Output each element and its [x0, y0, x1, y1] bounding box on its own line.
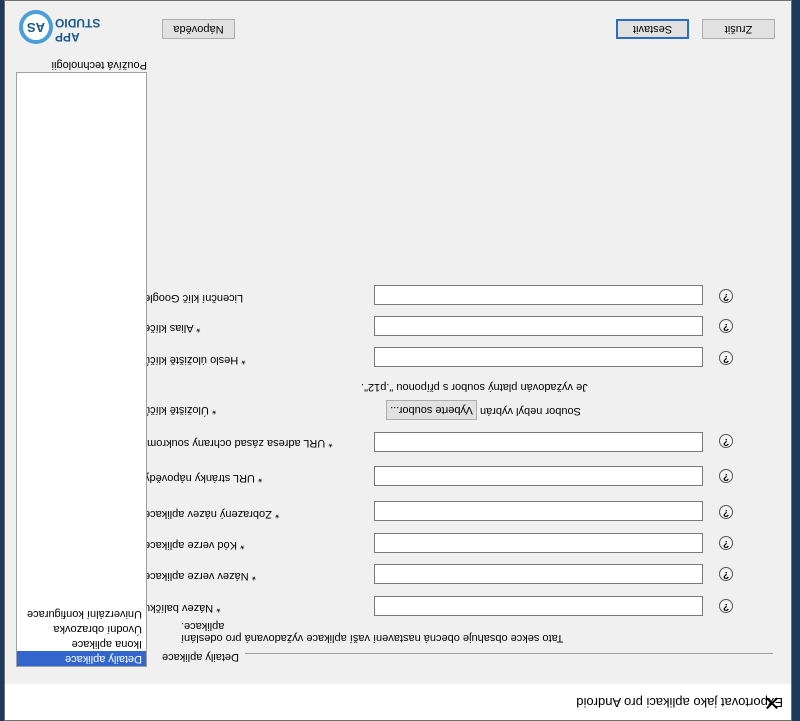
keystore-label: * Úložiště klíčů: [141, 404, 217, 416]
help-button[interactable]: Nápověda [162, 19, 235, 39]
help-icon[interactable]: ? [719, 505, 733, 519]
cancel-button[interactable]: Zrušit [702, 19, 775, 39]
title-bar: Exportovat jako aplikaci pro Android ✕ [5, 684, 791, 720]
nav-item-universal-config[interactable]: Univerzální konfigurace [17, 606, 146, 621]
version-code-label: * Kód verze aplikace: [141, 539, 245, 551]
close-icon[interactable]: ✕ [757, 690, 787, 714]
nav-item-app-details[interactable]: Detaily aplikace [17, 651, 146, 666]
section-divider [245, 653, 773, 654]
logo-mark: AS [19, 10, 53, 44]
privacy-url-input[interactable] [374, 432, 703, 452]
logo-line-2: STUDIO [55, 16, 101, 30]
section-description: Tato sekce obsahuje obecná nastavení vaš… [181, 620, 564, 644]
help-icon[interactable]: ? [719, 289, 733, 303]
file-status: Soubor nebyl vybrán [480, 405, 581, 417]
help-url-label: * URL stránky nápovědy: [141, 472, 263, 484]
help-icon[interactable]: ? [719, 351, 733, 365]
help-icon[interactable]: ? [719, 319, 733, 333]
logo-wordmark: APP STUDIO [55, 16, 111, 44]
technology-list: Detaily aplikace Ikona aplikace Úvodní o… [16, 72, 147, 667]
create-button[interactable]: Sestavit [616, 19, 689, 39]
nav-group-label: Používá technologii [51, 59, 147, 71]
window-title: Exportovat jako aplikaci pro Android [576, 695, 783, 710]
key-alias-label: * Alias klíče: [141, 322, 201, 334]
help-icon[interactable]: ? [719, 567, 733, 581]
display-name-input[interactable] [374, 501, 703, 521]
help-icon[interactable]: ? [719, 599, 733, 613]
display-name-label: * Zobrazený název aplikace: [141, 508, 280, 520]
privacy-url-label: * URL adresa zásad ochrany soukromí: [141, 437, 333, 449]
version-name-input[interactable] [374, 564, 703, 584]
choose-file-button[interactable]: Vyberte soubor... [386, 400, 477, 420]
keystore-password-input[interactable] [374, 347, 703, 367]
logo-line-1: APP [55, 30, 80, 44]
export-dialog: Exportovat jako aplikaci pro Android ✕ D… [4, 0, 792, 721]
help-icon[interactable]: ? [719, 434, 733, 448]
license-key-input[interactable] [374, 285, 703, 305]
keystore-hint: Je vyžadován platný soubor s příponou ".… [361, 381, 588, 393]
package-name-input[interactable] [374, 596, 703, 616]
help-url-input[interactable] [374, 466, 703, 486]
version-name-label: * Název verze aplikace: [141, 570, 256, 582]
nav-item-app-icon[interactable]: Ikona aplikace [17, 636, 146, 651]
license-key-label: Licenční klíč Google: [141, 292, 244, 304]
key-alias-input[interactable] [374, 316, 703, 336]
section-header: Detaily aplikace [161, 651, 239, 663]
version-code-input[interactable] [374, 533, 703, 553]
help-icon[interactable]: ? [719, 536, 733, 550]
nav-item-splash-screen[interactable]: Úvodní obrazovka [17, 621, 146, 636]
help-icon[interactable]: ? [719, 469, 733, 483]
keystore-password-label: * Heslo úložiště klíčů: [141, 354, 246, 366]
package-name-label: * Název balíčku: [141, 602, 221, 614]
app-studio-logo: AS APP STUDIO [19, 4, 111, 48]
